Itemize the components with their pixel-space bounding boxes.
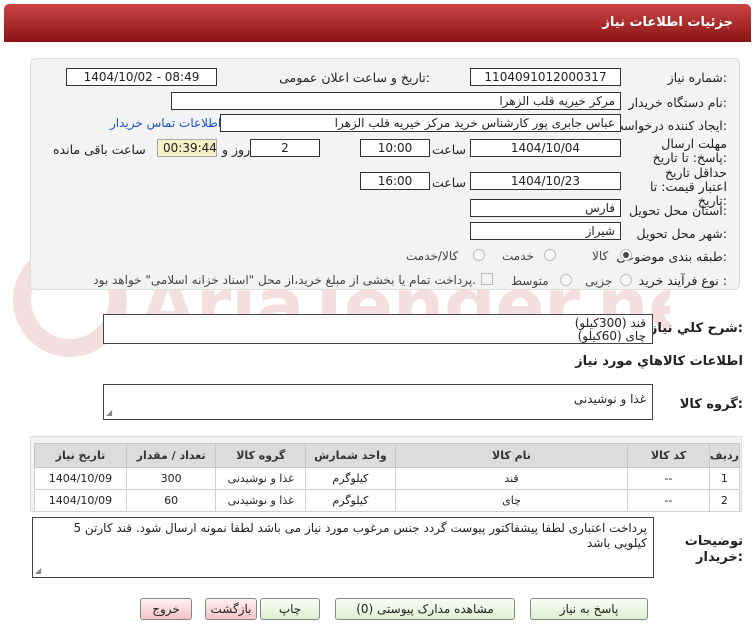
buyer-notes-label-1: توضیحات	[684, 534, 743, 549]
deadline-time-field: 10:00	[360, 139, 430, 157]
creator-label: ایجاد کننده درخواست:	[611, 118, 727, 133]
col-row: ردیف	[708, 443, 741, 468]
category-radio-service[interactable]	[544, 249, 556, 261]
goods-group-field: غذا و نوشیدنی ◢	[103, 384, 653, 420]
buyer-notes-text: پرداخت اعتباری لطفا پیشفاکتور پیوست گردد…	[73, 521, 647, 550]
exit-button[interactable]: خروج	[140, 598, 192, 620]
validity-label: حداقل تاریخ اعتبار قیمت: تا تاریخ:	[649, 165, 727, 208]
buyer-notes-label-2: خریدار:	[696, 550, 743, 565]
reply-button[interactable]: پاسخ به نیاز	[530, 598, 648, 620]
category-option-goods-service: کالا/خدمت	[406, 249, 459, 263]
category-option-service: خدمت	[502, 249, 534, 263]
summary-line-2: چای (60کیلو)	[577, 329, 646, 343]
process-radio-minor[interactable]	[620, 274, 632, 286]
process-label: نوع فرآیند خرید :	[638, 273, 727, 288]
announce-field: 1404/10/02 - 08:49	[66, 68, 217, 86]
process-radio-medium[interactable]	[560, 274, 572, 286]
table-row[interactable]: 1 -- قند کیلوگرم غذا و نوشیدنی 300 1404/…	[34, 467, 741, 490]
buyer-notes-field: پرداخت اعتباری لطفا پیشفاکتور پیوست گردد…	[32, 517, 654, 578]
deadline-label: مهلت ارسال پاسخ: تا تاریخ:	[652, 136, 727, 165]
need-number-field: 1104091012000317	[470, 68, 621, 86]
buyer-org-field: مرکز خیریه قلب الزهرا	[171, 92, 621, 110]
summary-label: شرح کلي نياز:	[649, 321, 743, 336]
treasury-checkbox[interactable]	[481, 273, 493, 285]
cell-code: --	[627, 489, 710, 512]
city-label: شهر محل تحویل:	[636, 226, 727, 241]
col-date: تاریخ نیاز	[34, 443, 127, 468]
col-unit: واحد شمارش	[305, 443, 396, 468]
table-header-row: ردیف کد کالا نام کالا واحد شمارش گروه کا…	[34, 443, 741, 468]
print-button[interactable]: چاپ	[260, 598, 320, 620]
validity-time-field: 16:00	[360, 172, 430, 190]
cell-name: قند	[394, 467, 629, 490]
col-name: نام کالا	[394, 443, 629, 468]
buyer-contact-link[interactable]: اطلاعات تماس خریدار	[110, 116, 221, 130]
back-button[interactable]: بازگشت	[205, 598, 257, 620]
summary-field: قند (300کیلو) چای (60کیلو)	[103, 314, 653, 344]
page-title: جزئیات اطلاعات نیاز	[602, 15, 733, 30]
announce-label: تاریخ و ساعت اعلان عمومی:	[279, 70, 430, 85]
cell-unit: کیلوگرم	[305, 467, 396, 490]
need-number-label: شماره نیاز:	[667, 70, 727, 85]
cell-date: 1404/10/09	[34, 467, 127, 490]
remaining-label: ساعت باقی مانده	[53, 142, 146, 157]
city-field: شیراز	[470, 222, 621, 240]
goods-table: ردیف کد کالا نام کالا واحد شمارش گروه کا…	[34, 443, 741, 512]
category-option-goods: کالا	[592, 249, 609, 263]
col-qty: تعداد / مقدار	[125, 443, 217, 468]
table-row[interactable]: 2 -- چای کیلوگرم غذا و نوشیدنی 60 1404/1…	[34, 489, 741, 512]
col-group: گروه کالا	[215, 443, 307, 468]
creator-field: عباس جابری پور کارشناس خرید مرکز خیریه ق…	[220, 114, 621, 132]
resize-grip-icon[interactable]: ◢	[106, 409, 112, 417]
goods-table-panel: ردیف کد کالا نام کالا واحد شمارش گروه کا…	[30, 436, 742, 512]
cell-date: 1404/10/09	[34, 489, 127, 512]
deadline-time-label: ساعت	[432, 142, 467, 157]
goods-group-value: غذا و نوشیدنی	[573, 392, 646, 406]
cell-code: --	[627, 467, 710, 490]
cell-row: 2	[708, 489, 741, 512]
attachments-button[interactable]: مشاهده مدارک پیوستی (0)	[335, 598, 515, 620]
resize-grip-icon[interactable]: ◢	[35, 567, 41, 575]
col-code: کد کالا	[627, 443, 710, 468]
category-radio-goods-service[interactable]	[473, 249, 485, 261]
cell-name: چای	[394, 489, 629, 512]
category-label: طبقه بندی موضوعی:	[616, 249, 727, 264]
remaining-timer: 00:39:44	[157, 139, 217, 157]
cell-group: غذا و نوشیدنی	[215, 467, 307, 490]
treasury-note: پرداخت تمام یا بخشی از مبلغ خرید،از محل …	[93, 273, 476, 287]
validity-time-label: ساعت	[432, 175, 467, 190]
process-option-minor: جزیی	[585, 274, 613, 288]
summary-line-1: قند (300کیلو)	[574, 316, 646, 330]
title-bar: جزئیات اطلاعات نیاز	[4, 4, 751, 42]
cell-qty: 60	[125, 489, 217, 512]
cell-row: 1	[708, 467, 741, 490]
process-option-medium: متوسط	[511, 274, 549, 288]
cell-unit: کیلوگرم	[305, 489, 396, 512]
category-radio-goods[interactable]	[620, 249, 632, 261]
validity-date-field: 1404/10/23	[470, 172, 621, 190]
days-field: 2	[250, 139, 320, 157]
goods-info-heading: اطلاعات کالاهاي مورد نياز	[575, 354, 743, 369]
days-label: روز و	[222, 142, 251, 157]
cell-qty: 300	[125, 467, 217, 490]
deadline-date-field: 1404/10/04	[470, 139, 621, 157]
cell-group: غذا و نوشیدنی	[215, 489, 307, 512]
buyer-org-label: نام دستگاه خریدار:	[628, 95, 727, 110]
goods-group-label: گروه کالا:	[679, 397, 743, 412]
province-field: فارس	[470, 199, 621, 217]
province-label: استان محل تحویل:	[628, 203, 727, 218]
